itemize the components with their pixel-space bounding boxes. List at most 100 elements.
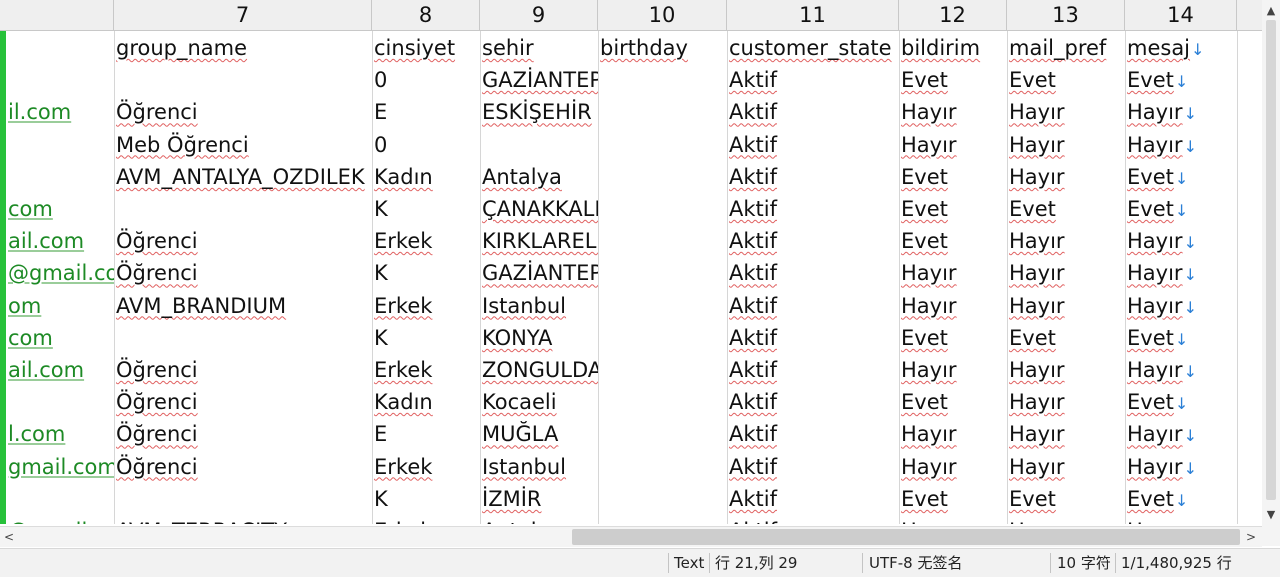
table-cell[interactable]: Hayır: [900, 96, 1007, 128]
table-cell[interactable]: Öğrenci: [115, 257, 376, 289]
table-cell[interactable]: il.com: [7, 96, 114, 128]
table-cell[interactable]: AVM_TERRACITY: [115, 515, 376, 524]
scroll-left-arrow-icon[interactable]: <: [0, 527, 18, 547]
horizontal-scrollbar[interactable]: < >: [0, 526, 1262, 547]
table-cell[interactable]: Hayır↓: [1126, 290, 1237, 322]
column-header-11[interactable]: 11: [727, 0, 899, 30]
table-cell[interactable]: Evet↓: [1126, 161, 1237, 193]
table-cell[interactable]: 0: [373, 64, 480, 96]
table-cell[interactable]: Öğrenci: [115, 418, 376, 450]
table-cell[interactable]: 0: [373, 129, 480, 161]
table-cell[interactable]: om: [7, 290, 114, 322]
table-cell[interactable]: Öğrenci: [115, 354, 376, 386]
table-cell[interactable]: Erkek: [373, 290, 480, 322]
table-cell[interactable]: İZMİR: [481, 483, 598, 515]
table-cell[interactable]: Evet↓: [1126, 386, 1237, 418]
table-cell[interactable]: Evet↓: [1126, 64, 1237, 96]
table-cell[interactable]: Hayır: [900, 418, 1007, 450]
table-cell[interactable]: Evet: [1008, 64, 1125, 96]
table-cell[interactable]: Hayır: [1008, 418, 1125, 450]
scroll-up-arrow-icon[interactable]: ▲: [1262, 2, 1280, 20]
column-header-10[interactable]: 10: [598, 0, 727, 30]
table-cell[interactable]: Antalya: [481, 515, 598, 524]
table-cell[interactable]: AVM_ANTALYA_OZDILEK: [115, 161, 376, 193]
table-cell[interactable]: Evet: [900, 193, 1007, 225]
table-cell[interactable]: Hayır: [900, 515, 1007, 524]
table-cell[interactable]: gmail.com: [7, 451, 114, 483]
table-cell[interactable]: Evet: [900, 225, 1007, 257]
table-cell[interactable]: Evet↓: [1126, 322, 1237, 354]
table-cell[interactable]: E: [373, 418, 480, 450]
table-cell[interactable]: com: [7, 193, 114, 225]
table-cell[interactable]: Evet↓: [1126, 193, 1237, 225]
table-cell[interactable]: Öğrenci: [115, 225, 376, 257]
table-cell[interactable]: Hayır: [1008, 354, 1125, 386]
column-header-13[interactable]: 13: [1007, 0, 1125, 30]
scroll-right-arrow-icon[interactable]: >: [1242, 527, 1260, 547]
table-cell[interactable]: Aktif: [728, 322, 899, 354]
table-cell[interactable]: Istanbul: [481, 290, 598, 322]
data-grid[interactable]: group_name cinsiyet sehir birthday customer_…: [0, 31, 1240, 524]
column-header-8[interactable]: 8: [372, 0, 480, 30]
table-cell[interactable]: Aktif: [728, 193, 899, 225]
table-cell[interactable]: com: [7, 322, 114, 354]
header-cell[interactable]: group_name: [115, 32, 376, 64]
table-cell[interactable]: Hayır: [1008, 257, 1125, 289]
table-cell[interactable]: GAZİANTEP: [481, 64, 598, 96]
table-cell[interactable]: @gmail.com: [7, 257, 114, 289]
table-cell[interactable]: ail.com: [7, 225, 114, 257]
table-cell[interactable]: Erkek: [373, 451, 480, 483]
table-cell[interactable]: Aktif: [728, 129, 899, 161]
table-cell[interactable]: AVM_BRANDIUM: [115, 290, 376, 322]
table-cell[interactable]: Erkek: [373, 515, 480, 524]
table-cell[interactable]: Evet: [1008, 483, 1125, 515]
table-cell[interactable]: ESKİŞEHİR: [481, 96, 598, 128]
vertical-scrollbar[interactable]: ▲ ▼: [1262, 0, 1280, 526]
header-cell[interactable]: birthday: [599, 32, 727, 64]
table-cell[interactable]: @gmail: [7, 515, 114, 524]
table-cell[interactable]: Hayır: [1008, 129, 1125, 161]
table-cell[interactable]: Istanbul: [481, 451, 598, 483]
status-encoding[interactable]: UTF-8 无签名: [869, 549, 963, 577]
header-cell[interactable]: bildirim: [900, 32, 1007, 64]
table-cell[interactable]: Hayır↓: [1126, 354, 1237, 386]
table-cell[interactable]: Kadın: [373, 386, 480, 418]
column-header-12[interactable]: 12: [899, 0, 1007, 30]
table-cell[interactable]: Aktif: [728, 290, 899, 322]
table-cell[interactable]: K: [373, 483, 480, 515]
table-cell[interactable]: Hayır: [1008, 386, 1125, 418]
table-cell[interactable]: Erkek: [373, 225, 480, 257]
table-cell[interactable]: K: [373, 193, 480, 225]
vertical-scroll-thumb[interactable]: [1266, 20, 1276, 500]
table-cell[interactable]: Hayır↓: [1126, 515, 1237, 524]
table-cell[interactable]: l.com: [7, 418, 114, 450]
table-cell[interactable]: Hayır: [900, 451, 1007, 483]
table-cell[interactable]: E: [373, 96, 480, 128]
table-cell[interactable]: Meb Öğrenci: [115, 129, 376, 161]
header-cell[interactable]: cinsiyet: [373, 32, 480, 64]
table-cell[interactable]: Aktif: [728, 354, 899, 386]
table-cell[interactable]: Hayır: [1008, 515, 1125, 524]
table-cell[interactable]: Aktif: [728, 515, 899, 524]
table-cell[interactable]: Kocaeli: [481, 386, 598, 418]
table-cell[interactable]: Evet: [900, 161, 1007, 193]
table-cell[interactable]: Aktif: [728, 161, 899, 193]
table-cell[interactable]: Hayır↓: [1126, 129, 1237, 161]
table-cell[interactable]: Hayır: [900, 257, 1007, 289]
table-cell[interactable]: K: [373, 257, 480, 289]
table-cell[interactable]: Evet: [900, 322, 1007, 354]
table-cell[interactable]: GAZİANTEP: [481, 257, 598, 289]
table-cell[interactable]: Hayır: [1008, 451, 1125, 483]
table-cell[interactable]: Aktif: [728, 225, 899, 257]
table-cell[interactable]: Hayır↓: [1126, 418, 1237, 450]
table-cell[interactable]: ail.com: [7, 354, 114, 386]
header-cell[interactable]: sehir: [481, 32, 598, 64]
table-cell[interactable]: Hayır: [900, 354, 1007, 386]
header-cell[interactable]: mesaj↓: [1126, 32, 1237, 64]
column-header-14[interactable]: 14: [1125, 0, 1237, 30]
table-cell[interactable]: Öğrenci: [115, 96, 376, 128]
table-cell[interactable]: Aktif: [728, 451, 899, 483]
table-cell[interactable]: Aktif: [728, 418, 899, 450]
column-header-7[interactable]: 7: [114, 0, 372, 30]
table-cell[interactable]: Hayır↓: [1126, 257, 1237, 289]
